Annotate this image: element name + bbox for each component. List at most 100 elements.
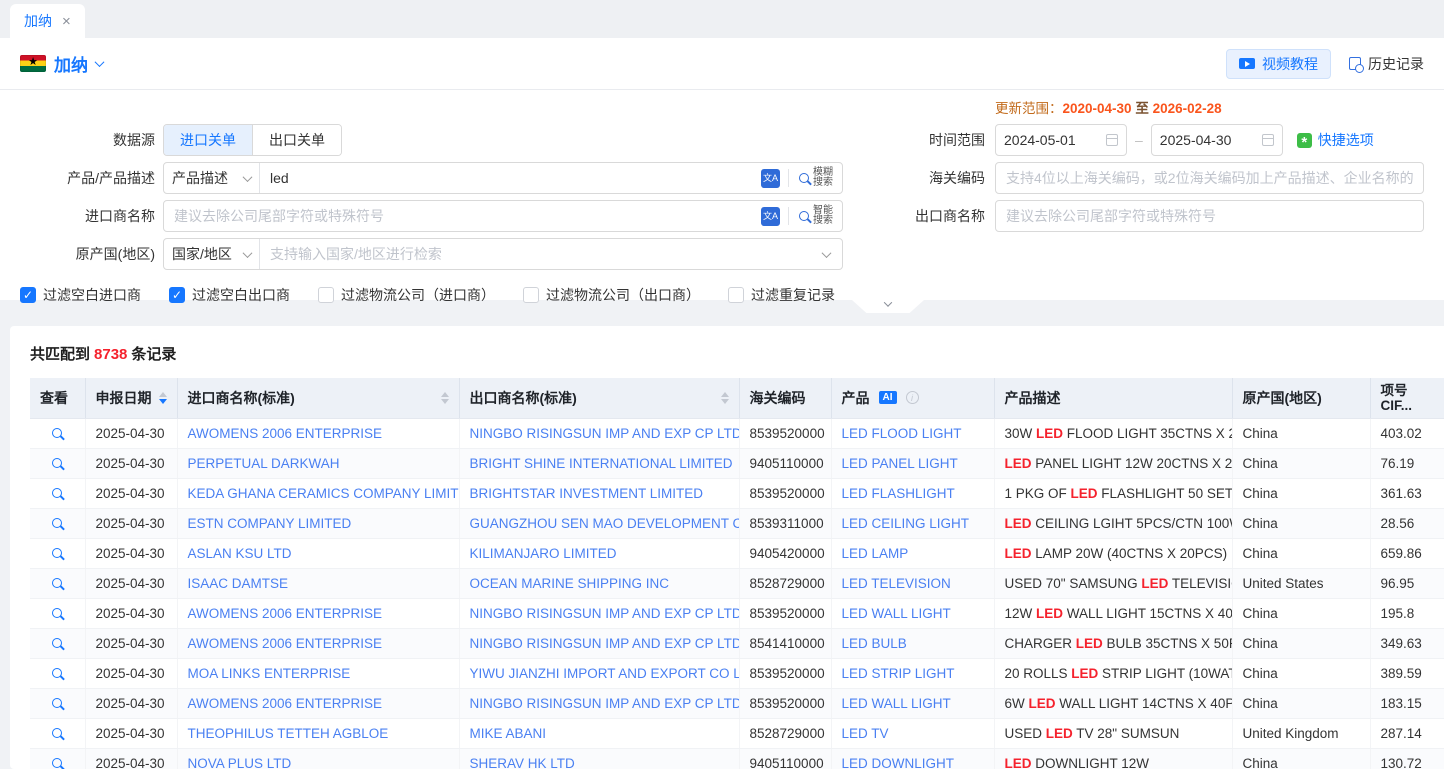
video-tutorial-button[interactable]: 视频教程	[1226, 49, 1331, 79]
product-cell[interactable]: LED TELEVISION	[831, 568, 994, 598]
view-cell[interactable]	[30, 688, 85, 718]
view-detail-icon[interactable]	[52, 548, 62, 558]
exporter-cell[interactable]: YIWU JIANZHI IMPORT AND EXPORT CO LTD	[459, 658, 739, 688]
translate-icon[interactable]: 文A	[761, 169, 780, 188]
sort-icon[interactable]	[159, 392, 167, 404]
product-cell[interactable]: LED PANEL LIGHT	[831, 448, 994, 478]
view-detail-icon[interactable]	[52, 758, 62, 768]
filter-checkbox-0[interactable]: ✓过滤空白进口商	[20, 285, 141, 305]
origin-search-input[interactable]	[260, 246, 823, 262]
importer-cell[interactable]: PERPETUAL DARKWAH	[177, 448, 459, 478]
translate-icon[interactable]: 文A	[761, 207, 780, 226]
sort-icon[interactable]	[441, 392, 449, 404]
view-detail-icon[interactable]	[52, 608, 62, 618]
tab-ghana[interactable]: 加纳 ×	[10, 4, 85, 38]
product-cell[interactable]: LED WALL LIGHT	[831, 598, 994, 628]
exporter-cell[interactable]: NINGBO RISINGSUN IMP AND EXP CP LTD	[459, 598, 739, 628]
exporter-cell[interactable]: NINGBO RISINGSUN IMP AND EXP CP LTD	[459, 688, 739, 718]
view-cell[interactable]	[30, 718, 85, 748]
exporter-cell[interactable]: MIKE ABANI	[459, 718, 739, 748]
view-detail-icon[interactable]	[52, 638, 62, 648]
view-detail-icon[interactable]	[52, 458, 62, 468]
info-icon[interactable]: i	[906, 391, 919, 404]
hs-code-field[interactable]	[996, 170, 1423, 186]
importer-cell[interactable]: KEDA GHANA CERAMICS COMPANY LIMITED	[177, 478, 459, 508]
product-cell[interactable]: LED FLOOD LIGHT	[831, 418, 994, 448]
close-icon[interactable]: ×	[62, 13, 71, 30]
importer-search-input[interactable]	[164, 208, 761, 224]
filter-checkbox-2[interactable]: 过滤物流公司（进口商）	[318, 285, 495, 305]
exporter-cell[interactable]: BRIGHTSTAR INVESTMENT LIMITED	[459, 478, 739, 508]
sort-icon[interactable]	[721, 392, 729, 404]
exporter-cell[interactable]: OCEAN MARINE SHIPPING INC	[459, 568, 739, 598]
product-cell[interactable]: LED FLASHLIGHT	[831, 478, 994, 508]
filter-checkbox-1[interactable]: ✓过滤空白出口商	[169, 285, 290, 305]
view-cell[interactable]	[30, 418, 85, 448]
history-button[interactable]: 历史记录	[1349, 54, 1424, 74]
product-type-select[interactable]: 产品描述	[164, 163, 260, 193]
importer-cell[interactable]: AWOMENS 2006 ENTERPRISE	[177, 628, 459, 658]
importer-cell[interactable]: AWOMENS 2006 ENTERPRISE	[177, 418, 459, 448]
view-detail-icon[interactable]	[52, 728, 62, 738]
view-cell[interactable]	[30, 628, 85, 658]
importer-cell[interactable]: ASLAN KSU LTD	[177, 538, 459, 568]
product-cell[interactable]: LED DOWNLIGHT	[831, 748, 994, 769]
importer-cell[interactable]: NOVA PLUS LTD	[177, 748, 459, 769]
exporter-cell[interactable]: SHERAV HK LTD	[459, 748, 739, 769]
start-date-input[interactable]	[995, 124, 1127, 156]
view-cell[interactable]	[30, 598, 85, 628]
collapse-panel-button[interactable]	[852, 300, 924, 313]
hs-code-input[interactable]	[995, 162, 1424, 194]
product-cell[interactable]: LED STRIP LIGHT	[831, 658, 994, 688]
end-date-field[interactable]	[1160, 132, 1256, 148]
view-detail-icon[interactable]	[52, 698, 62, 708]
importer-cell[interactable]: AWOMENS 2006 ENTERPRISE	[177, 598, 459, 628]
view-cell[interactable]	[30, 748, 85, 769]
view-cell[interactable]	[30, 508, 85, 538]
product-cell[interactable]: LED BULB	[831, 628, 994, 658]
filter-checkbox-4[interactable]: 过滤重复记录	[728, 285, 835, 305]
exporter-cell[interactable]: NINGBO RISINGSUN IMP AND EXP CP LTD	[459, 628, 739, 658]
checkbox-unchecked-icon[interactable]	[523, 287, 539, 303]
product-search-input[interactable]	[260, 170, 761, 186]
exporter-input[interactable]	[995, 200, 1424, 232]
product-cell[interactable]: LED LAMP	[831, 538, 994, 568]
exporter-cell[interactable]: BRIGHT SHINE INTERNATIONAL LIMITED	[459, 448, 739, 478]
importer-cell[interactable]: ESTN COMPANY LIMITED	[177, 508, 459, 538]
origin-type-select[interactable]: 国家/地区	[164, 239, 260, 269]
view-detail-icon[interactable]	[52, 428, 62, 438]
view-detail-icon[interactable]	[52, 488, 62, 498]
view-cell[interactable]	[30, 448, 85, 478]
product-cell[interactable]: LED WALL LIGHT	[831, 688, 994, 718]
view-detail-icon[interactable]	[52, 578, 62, 588]
col-date[interactable]: 申报日期	[85, 378, 177, 418]
checkbox-checked-icon[interactable]: ✓	[169, 287, 185, 303]
country-selector[interactable]: ★ 加纳	[20, 51, 103, 76]
view-cell[interactable]	[30, 478, 85, 508]
product-cell[interactable]: LED TV	[831, 718, 994, 748]
checkbox-checked-icon[interactable]: ✓	[20, 287, 36, 303]
end-date-input[interactable]	[1151, 124, 1283, 156]
view-detail-icon[interactable]	[52, 518, 62, 528]
view-detail-icon[interactable]	[52, 668, 62, 678]
tab-import-declarations[interactable]: 进口关单	[164, 125, 252, 155]
quick-options-link[interactable]: * 快捷选项	[1297, 130, 1374, 150]
smart-search-button[interactable]: 智能搜索	[797, 201, 842, 231]
importer-cell[interactable]: ISAAC DAMTSE	[177, 568, 459, 598]
col-exporter[interactable]: 出口商名称(标准)	[459, 378, 739, 418]
col-item-cif[interactable]: 项号CIF...	[1370, 378, 1444, 418]
view-cell[interactable]	[30, 658, 85, 688]
importer-cell[interactable]: THEOPHILUS TETTEH AGBLOE	[177, 718, 459, 748]
view-cell[interactable]	[30, 538, 85, 568]
importer-cell[interactable]: MOA LINKS ENTERPRISE	[177, 658, 459, 688]
checkbox-unchecked-icon[interactable]	[728, 287, 744, 303]
start-date-field[interactable]	[1004, 132, 1100, 148]
tab-export-declarations[interactable]: 出口关单	[252, 125, 341, 155]
filter-checkbox-3[interactable]: 过滤物流公司（出口商）	[523, 285, 700, 305]
col-importer[interactable]: 进口商名称(标准)	[177, 378, 459, 418]
exporter-field[interactable]	[996, 208, 1423, 224]
view-cell[interactable]	[30, 568, 85, 598]
importer-cell[interactable]: AWOMENS 2006 ENTERPRISE	[177, 688, 459, 718]
exporter-cell[interactable]: NINGBO RISINGSUN IMP AND EXP CP LTD	[459, 418, 739, 448]
product-cell[interactable]: LED CEILING LIGHT	[831, 508, 994, 538]
